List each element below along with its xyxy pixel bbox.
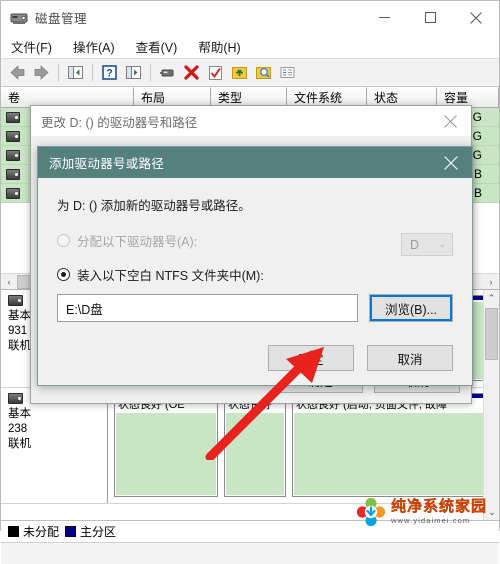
option-assign-drive-letter[interactable]: 分配以下驱动器号(A): D ⌄ <box>57 231 453 256</box>
ok-button[interactable]: 确定 <box>268 345 354 371</box>
legend-swatch-unallocated <box>8 526 19 537</box>
browse-button[interactable]: 浏览(B)... <box>369 294 453 322</box>
radio-assign-drive-letter[interactable] <box>57 234 70 247</box>
window-titlebar: 磁盘管理 <box>1 1 499 34</box>
cancel-button[interactable]: 取消 <box>367 345 453 371</box>
option-assign-drive-letter-label: 分配以下驱动器号(A): <box>77 235 198 249</box>
watermark: 纯净系统家园 www.yidaimei.com <box>356 495 498 529</box>
legend-label-primary: 主分区 <box>80 525 117 539</box>
forward-arrow-icon[interactable] <box>31 62 52 83</box>
statusbar <box>1 542 499 564</box>
dialog-prompt: 为 D: () 添加新的驱动器号或路径。 <box>57 199 251 213</box>
watermark-url: www.yidaimei.com <box>391 516 471 526</box>
menu-item-action[interactable]: 操作(A) <box>73 37 115 56</box>
dialog-body: 为 D: () 添加新的驱动器号或路径。 分配以下驱动器号(A): D ⌄ 装入… <box>38 178 472 387</box>
partition[interactable]: 状态良好 <box>224 393 286 497</box>
dialog-buttons: 确定 取消 <box>268 345 453 371</box>
partition-body <box>294 413 491 495</box>
watermark-brand: 纯净系统家园 <box>391 498 488 516</box>
mount-path-row: E:\D盘 浏览(B)... <box>57 294 453 322</box>
checkmark-document-icon[interactable] <box>205 62 226 83</box>
column-header-type[interactable]: 类型 <box>211 87 287 107</box>
disk-name: 基本 <box>8 408 31 420</box>
option-mount-ntfs-folder[interactable]: 装入以下空白 NTFS 文件夹中(M): <box>57 265 453 284</box>
option-mount-ntfs-folder-label: 装入以下空白 NTFS 文件夹中(M): <box>77 269 264 283</box>
show-console-tree-icon[interactable] <box>65 62 86 83</box>
maximize-button[interactable] <box>407 1 453 34</box>
legend-label-unallocated: 未分配 <box>23 525 60 539</box>
toolbar: ? <box>1 58 499 87</box>
hscroll-left-arrow[interactable]: ‹ <box>1 273 17 289</box>
partition-body <box>116 413 216 495</box>
dialog-title: 更改 D: () 的驱动器号和路径 <box>41 115 198 130</box>
disk-icon <box>8 393 23 404</box>
disk-block[interactable]: 基本 238 联机 状态良好 (OE 状态良好 状态良好 (启动, 页面文件, <box>1 388 499 504</box>
close-icon[interactable] <box>429 106 471 136</box>
partition[interactable]: 状态良好 (启动, 页面文件, 故障 <box>292 393 493 497</box>
disk-size: 238 <box>8 423 28 435</box>
folder-search-icon[interactable] <box>253 62 274 83</box>
vscroll-up-arrow[interactable]: ⌃ <box>484 290 499 306</box>
partition-bars: 状态良好 (OE 状态良好 状态良好 (启动, 页面文件, 故障 <box>108 388 499 503</box>
dialog-titlebar: 添加驱动器号或路径 <box>38 147 472 178</box>
column-header-volume[interactable]: 卷 <box>1 87 134 107</box>
menu-item-view[interactable]: 查看(V) <box>136 37 178 56</box>
toolbar-separator <box>92 64 93 81</box>
minimize-button[interactable] <box>361 1 407 34</box>
dialog-title: 添加驱动器号或路径 <box>49 157 165 171</box>
volume-disk-icon <box>6 187 20 199</box>
properties-device-icon[interactable] <box>157 62 178 83</box>
column-header-layout[interactable]: 布局 <box>134 87 211 107</box>
dialog-titlebar: 更改 D: () 的驱动器号和路径 <box>31 106 471 136</box>
add-drive-letter-or-path-dialog: 添加驱动器号或路径 为 D: () 添加新的驱动器号或路径。 分配以下驱动器号(… <box>37 146 473 386</box>
menu-item-help[interactable]: 帮助(H) <box>198 37 240 56</box>
folder-up-icon[interactable] <box>229 62 250 83</box>
disk-state: 联机 <box>8 438 31 450</box>
disk-icon <box>10 9 28 27</box>
volume-disk-icon <box>6 149 20 161</box>
window-title: 磁盘管理 <box>35 12 88 26</box>
disk-info: 基本 238 联机 <box>1 388 108 503</box>
chevron-down-icon: ⌄ <box>438 239 446 249</box>
legend-swatch-primary <box>65 526 77 537</box>
show-action-pane-icon[interactable] <box>123 62 144 83</box>
window-controls <box>361 1 499 34</box>
hscroll-right-arrow[interactable]: › <box>483 273 499 289</box>
mount-path-input[interactable]: E:\D盘 <box>57 294 358 322</box>
disk-icon <box>8 295 23 306</box>
list-view-icon[interactable] <box>277 62 298 83</box>
legend-item-unallocated: 未分配 <box>8 523 59 540</box>
back-arrow-icon[interactable] <box>7 62 28 83</box>
menu-item-file[interactable]: 文件(F) <box>11 37 52 56</box>
partition-body <box>226 413 284 495</box>
watermark-text: 纯净系统家园 www.yidaimei.com <box>391 499 487 525</box>
drive-letter-select[interactable]: D ⌄ <box>401 233 453 256</box>
partition[interactable]: 状态良好 (OE <box>114 393 218 497</box>
volume-disk-icon <box>6 111 20 123</box>
column-header-filesystem[interactable]: 文件系统 <box>287 87 367 107</box>
drive-letter-value: D <box>410 237 420 252</box>
vscroll-thumb[interactable] <box>485 308 498 360</box>
disk-panel-vscrollbar[interactable]: ⌃ ⌄ <box>483 290 499 520</box>
toolbar-separator <box>58 64 59 81</box>
close-icon[interactable] <box>430 147 472 178</box>
help-icon[interactable]: ? <box>99 62 120 83</box>
toolbar-separator <box>150 64 151 81</box>
volume-disk-icon <box>6 168 20 180</box>
menubar: 文件(F) 操作(A) 查看(V) 帮助(H) <box>1 34 499 58</box>
column-header-status[interactable]: 状态 <box>367 87 437 107</box>
delete-red-x-icon[interactable] <box>181 62 202 83</box>
column-header-capacity[interactable]: 容量 <box>437 87 499 107</box>
legend-item-primary: 主分区 <box>65 523 116 540</box>
watermark-logo-icon <box>356 497 386 527</box>
radio-mount-ntfs-folder[interactable] <box>57 268 70 281</box>
close-button[interactable] <box>453 1 499 34</box>
volume-disk-icon <box>6 130 20 142</box>
svg-text:?: ? <box>106 68 113 80</box>
